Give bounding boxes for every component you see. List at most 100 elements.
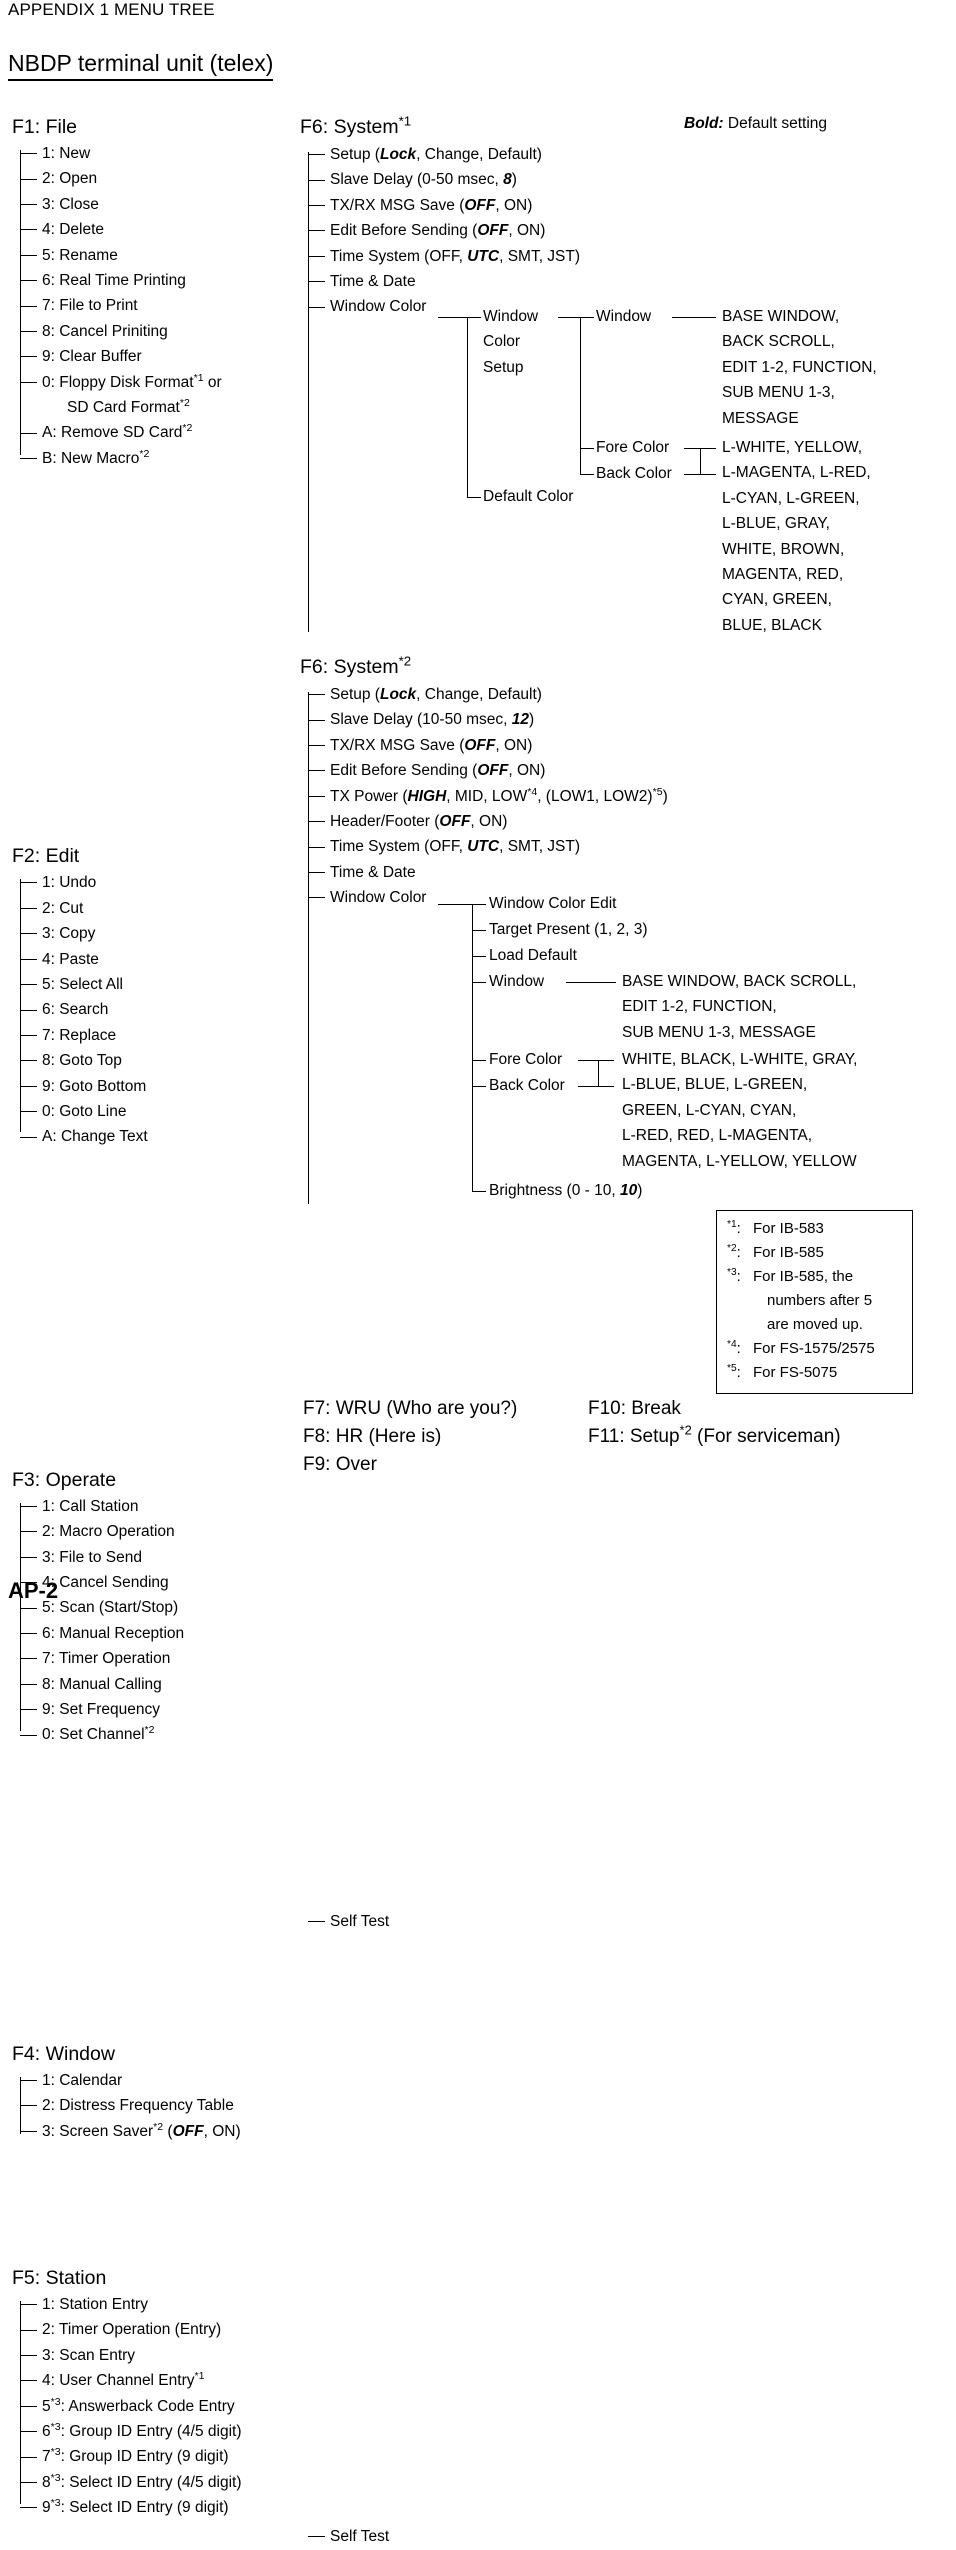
menu-item-label: 6: Search — [42, 1001, 109, 1019]
menu-item[interactable]: 9: Goto Bottom — [12, 1074, 292, 1099]
menu-item[interactable]: 2: Timer Operation (Entry) — [12, 2317, 312, 2342]
menu-item[interactable]: 2: Open — [12, 166, 292, 191]
f6-ib583-self-test[interactable]: Self Test — [300, 1909, 530, 1934]
menu-item[interactable]: 8: Goto Top — [12, 1048, 292, 1073]
menu-item[interactable]: Slave Delay (0-50 msec, 8) — [300, 167, 660, 192]
menu-item-label: 1: New — [42, 145, 91, 162]
menu-item[interactable]: Time & Date — [300, 269, 660, 294]
menu-item[interactable]: Time System (OFF, UTC, SMT, JST) — [300, 244, 660, 269]
menu-item[interactable]: Slave Delay (10-50 msec, 12) — [300, 707, 770, 732]
menu-item[interactable]: TX/RX MSG Save (OFF, ON) — [300, 193, 660, 218]
wcs-fore-color-label[interactable]: Fore Color — [596, 435, 669, 460]
menu-item-label: SD Card Format*2 — [67, 396, 190, 417]
function-key-item[interactable]: F11: Setup*2 (For serviceman) — [588, 1423, 948, 1451]
menu-item[interactable]: 0: Set Channel*2 — [12, 1722, 292, 1747]
menu-item[interactable]: TX Power (HIGH, MID, LOW*4, (LOW1, LOW2)… — [300, 784, 770, 809]
value-line: MAGENTA, RED, — [722, 566, 844, 584]
menu-item[interactable]: 8: Cancel Priniting — [12, 319, 292, 344]
menu-item[interactable]: 8: Manual Calling — [12, 1672, 292, 1697]
menu-item[interactable]: 4: User Channel Entry*1 — [12, 2368, 312, 2393]
menu-item[interactable]: 5: Select All — [12, 972, 292, 997]
menu-item[interactable]: 9*3: Select ID Entry (9 digit) — [12, 2495, 312, 2520]
menu-item[interactable]: Setup (Lock, Change, Default) — [300, 142, 660, 167]
menu-item[interactable]: 0: Floppy Disk Format*1 or — [12, 370, 292, 395]
function-key-item[interactable]: F8: HR (Here is) — [303, 1423, 583, 1451]
target-present-label[interactable]: Target Present (1, 2, 3) — [489, 917, 648, 942]
menu-item[interactable]: B: New Macro*2 — [12, 446, 292, 471]
function-key-item[interactable]: F9: Over — [303, 1451, 583, 1479]
menu-item[interactable]: 7: Timer Operation — [12, 1646, 292, 1671]
branch-tick-icon — [20, 1505, 37, 1507]
menu-item[interactable]: 1: Station Entry — [12, 2292, 312, 2317]
footnote-item: *2: For IB-585 — [727, 1241, 904, 1265]
brightness-label[interactable]: Brightness (0 - 10, 10) — [489, 1178, 642, 1203]
wcs-window-label[interactable]: Window — [596, 304, 651, 329]
menu-item[interactable]: TX/RX MSG Save (OFF, ON) — [300, 733, 770, 758]
legend-default-setting: Bold: Default setting — [684, 115, 827, 133]
menu-item[interactable]: 1: Calendar — [12, 2068, 307, 2093]
menu-group-f5-station: F5: Station 1: Station Entry 2: Timer Op… — [12, 2266, 312, 2521]
menu-group-title: F1: File — [12, 116, 78, 138]
menu-item[interactable]: 6: Real Time Printing — [12, 268, 292, 293]
menu-item[interactable]: 6: Search — [12, 997, 292, 1022]
menu-item[interactable]: 1: Undo — [12, 870, 292, 895]
menu-item[interactable]: Setup (Lock, Change, Default) — [300, 682, 770, 707]
window-label-2[interactable]: Window — [489, 969, 544, 994]
footnote-marker: *5: — [727, 1363, 741, 1381]
branch-tick-icon — [308, 821, 325, 823]
branch-tick-icon — [308, 1920, 325, 1922]
menu-item[interactable]: 5*3: Answerback Code Entry — [12, 2394, 312, 2419]
menu-item[interactable]: 9: Clear Buffer — [12, 344, 292, 369]
menu-item[interactable]: 1: New — [12, 141, 292, 166]
branch-tick-icon — [308, 694, 325, 696]
f6-ib585-self-test[interactable]: Self Test — [300, 2524, 530, 2549]
menu-item[interactable]: 2: Macro Operation — [12, 1519, 292, 1544]
menu-item[interactable]: 8*3: Select ID Entry (4/5 digit) — [12, 2470, 312, 2495]
branch-tick-icon — [20, 331, 37, 333]
function-key-item[interactable]: F10: Break — [588, 1395, 948, 1423]
menu-item[interactable]: 3: Scan Entry — [12, 2343, 312, 2368]
fore-color-label-2[interactable]: Fore Color — [489, 1047, 562, 1072]
menu-item[interactable]: 3: Close — [12, 192, 292, 217]
menu-item-label: 2: Distress Frequency Table — [42, 2097, 234, 2115]
default-color-label[interactable]: Default Color — [483, 484, 573, 509]
menu-item[interactable]: 4: Paste — [12, 947, 292, 972]
menu-item[interactable]: Edit Before Sending (OFF, ON) — [300, 218, 660, 243]
menu-item[interactable]: 7: Replace — [12, 1023, 292, 1048]
menu-item[interactable]: Time & Date — [300, 860, 770, 885]
menu-item[interactable]: Header/Footer (OFF, ON) — [300, 809, 770, 834]
value-line: EDIT 1-2, FUNCTION, — [722, 358, 877, 376]
menu-item[interactable]: 2: Cut — [12, 896, 292, 921]
menu-item[interactable]: A: Change Text — [12, 1124, 292, 1149]
value-line: BLUE, BLACK — [722, 616, 822, 634]
value-line: BACK SCROLL, — [722, 333, 835, 351]
menu-item[interactable]: 9: Set Frequency — [12, 1697, 292, 1722]
function-keys-left-column: F7: WRU (Who are you?) F8: HR (Here is) … — [303, 1395, 583, 1479]
back-color-tick-2 — [472, 1086, 486, 1087]
menu-item[interactable]: 5: Rename — [12, 243, 292, 268]
back-color-label-2[interactable]: Back Color — [489, 1073, 565, 1098]
menu-group-title: F2: Edit — [12, 845, 80, 868]
wce-label[interactable]: Window Color Edit — [489, 891, 617, 916]
menu-item[interactable]: 4: Delete — [12, 217, 292, 242]
branch-tick-icon — [20, 280, 37, 282]
menu-item[interactable]: Time System (OFF, UTC, SMT, JST) — [300, 834, 770, 859]
menu-item-label: 1: Undo — [42, 874, 97, 892]
wcs-back-color-label[interactable]: Back Color — [596, 461, 672, 486]
load-default-label[interactable]: Load Default — [489, 943, 577, 968]
branch-tick-icon — [308, 770, 325, 772]
menu-item[interactable]: 3: Screen Saver*2 (OFF, ON) — [12, 2119, 307, 2144]
menu-item[interactable]: Edit Before Sending (OFF, ON) — [300, 758, 770, 783]
menu-item[interactable]: 6*3: Group ID Entry (4/5 digit) — [12, 2419, 312, 2444]
menu-item[interactable]: 1: Call Station — [12, 1494, 292, 1519]
menu-item[interactable]: 7: File to Print — [12, 293, 292, 318]
menu-item[interactable]: 2: Distress Frequency Table — [12, 2093, 307, 2118]
menu-item[interactable]: 7*3: Group ID Entry (9 digit) — [12, 2444, 312, 2469]
menu-item[interactable]: 3: Copy — [12, 921, 292, 946]
menu-item[interactable]: 6: Manual Reception — [12, 1621, 292, 1646]
menu-item[interactable]: 0: Goto Line — [12, 1099, 292, 1124]
menu-item[interactable]: 3: File to Send — [12, 1545, 292, 1570]
function-key-item[interactable]: F7: WRU (Who are you?) — [303, 1395, 583, 1423]
menu-item-label: 2: Macro Operation — [42, 1523, 175, 1541]
menu-item[interactable]: A: Remove SD Card*2 — [12, 420, 292, 445]
